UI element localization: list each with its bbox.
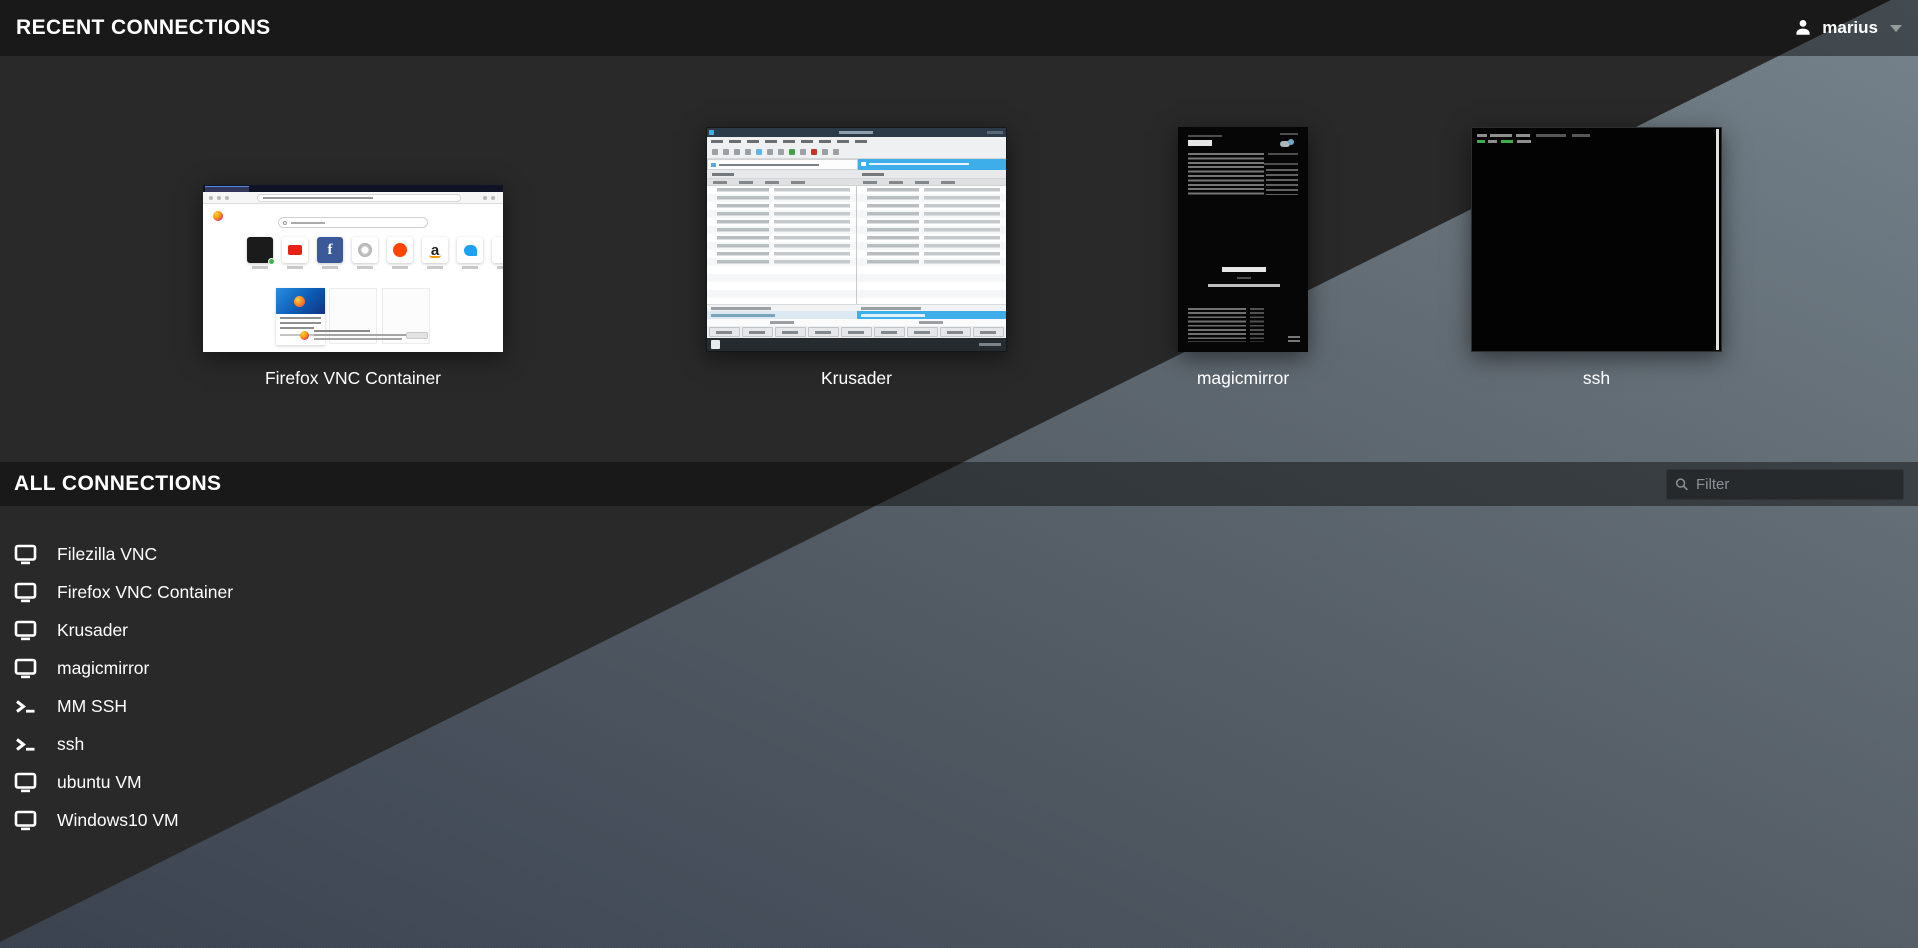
twitter-tile bbox=[457, 237, 483, 263]
monitor-icon bbox=[14, 582, 37, 603]
monitor-icon bbox=[14, 772, 37, 793]
weather-icon bbox=[1280, 139, 1294, 149]
monitor-icon bbox=[14, 544, 37, 565]
browser-tab-bar bbox=[203, 185, 503, 192]
youtube-tile bbox=[282, 237, 308, 263]
recent-label[interactable]: Firefox VNC Container bbox=[203, 368, 503, 389]
connection-list: Filezilla VNC Firefox VNC Container Krus… bbox=[14, 535, 334, 839]
terminal-icon bbox=[14, 696, 37, 717]
pane-headers bbox=[707, 170, 1006, 179]
cookie-banner bbox=[300, 329, 436, 343]
search-icon bbox=[1675, 477, 1689, 492]
news-feed-values bbox=[1250, 308, 1264, 342]
owner-row bbox=[707, 319, 1006, 326]
compliment-text bbox=[1222, 267, 1266, 272]
user-name: marius bbox=[1822, 18, 1878, 38]
connection-item-ubuntu-vm[interactable]: ubuntu VM bbox=[14, 763, 334, 801]
wikipedia-tile bbox=[352, 237, 378, 263]
recent-label[interactable]: ssh bbox=[1471, 368, 1722, 389]
address-bars bbox=[707, 159, 1006, 170]
page-search-bar bbox=[278, 217, 428, 228]
shortcut-tiles: f a bbox=[247, 237, 503, 263]
firefox-logo-icon bbox=[213, 211, 223, 221]
column-headers bbox=[707, 179, 1006, 186]
facebook-tile: f bbox=[317, 237, 343, 263]
connection-item-krusader[interactable]: Krusader bbox=[14, 611, 334, 649]
user-icon bbox=[1793, 18, 1813, 38]
monitor-icon bbox=[14, 620, 37, 641]
taskbar bbox=[707, 338, 1006, 351]
connection-item-filezilla-vnc[interactable]: Filezilla VNC bbox=[14, 535, 334, 573]
recent-label[interactable]: magicmirror bbox=[1178, 368, 1308, 389]
recent-thumbnail-magicmirror[interactable] bbox=[1178, 127, 1308, 352]
connection-item-ssh[interactable]: ssh bbox=[14, 725, 334, 763]
totals-row bbox=[707, 304, 1006, 311]
empty-tile bbox=[492, 237, 503, 263]
filter-box[interactable] bbox=[1666, 469, 1904, 500]
terminal-icon bbox=[14, 734, 37, 755]
function-key-buttons bbox=[707, 326, 1006, 338]
all-connections-bar: ALL CONNECTIONS bbox=[0, 462, 1918, 506]
bottom-right-widget bbox=[1288, 336, 1300, 344]
toolbar bbox=[707, 146, 1006, 159]
browser-toolbar bbox=[203, 192, 503, 204]
connection-item-magicmirror[interactable]: magicmirror bbox=[14, 649, 334, 687]
news-feed bbox=[1188, 308, 1246, 342]
file-listings bbox=[707, 186, 1006, 304]
recent-connections-title: RECENT CONNECTIONS bbox=[16, 16, 271, 40]
monitor-icon bbox=[14, 658, 37, 679]
amazon-tile: a bbox=[422, 237, 448, 263]
monitor-icon bbox=[14, 810, 37, 831]
terminal-scrollbar bbox=[1716, 129, 1719, 350]
connection-item-mm-ssh[interactable]: MM SSH bbox=[14, 687, 334, 725]
recent-thumbnail-firefox-vnc-container[interactable]: f a bbox=[203, 185, 503, 352]
top-bar: RECENT CONNECTIONS marius bbox=[0, 0, 1918, 56]
reddit-tile bbox=[387, 237, 413, 263]
connection-item-windows10-vm[interactable]: Windows10 VM bbox=[14, 801, 334, 839]
calendar-list bbox=[1188, 153, 1264, 195]
all-connections-title: ALL CONNECTIONS bbox=[14, 472, 221, 496]
recent-thumbnail-ssh[interactable] bbox=[1471, 127, 1722, 352]
recent-label[interactable]: Krusader bbox=[706, 368, 1007, 389]
chevron-down-icon bbox=[1890, 25, 1902, 32]
user-menu[interactable]: marius bbox=[1793, 18, 1902, 38]
filter-input[interactable] bbox=[1696, 476, 1895, 493]
menu-bar bbox=[707, 137, 1006, 146]
window-title-bar bbox=[707, 128, 1006, 137]
connection-item-firefox-vnc-container[interactable]: Firefox VNC Container bbox=[14, 573, 334, 611]
status-bars bbox=[707, 311, 1006, 319]
clock-display bbox=[1188, 140, 1212, 146]
mini-calendar bbox=[1266, 169, 1298, 195]
terminal-tile bbox=[247, 237, 273, 263]
recent-thumbnail-krusader[interactable] bbox=[706, 127, 1007, 352]
